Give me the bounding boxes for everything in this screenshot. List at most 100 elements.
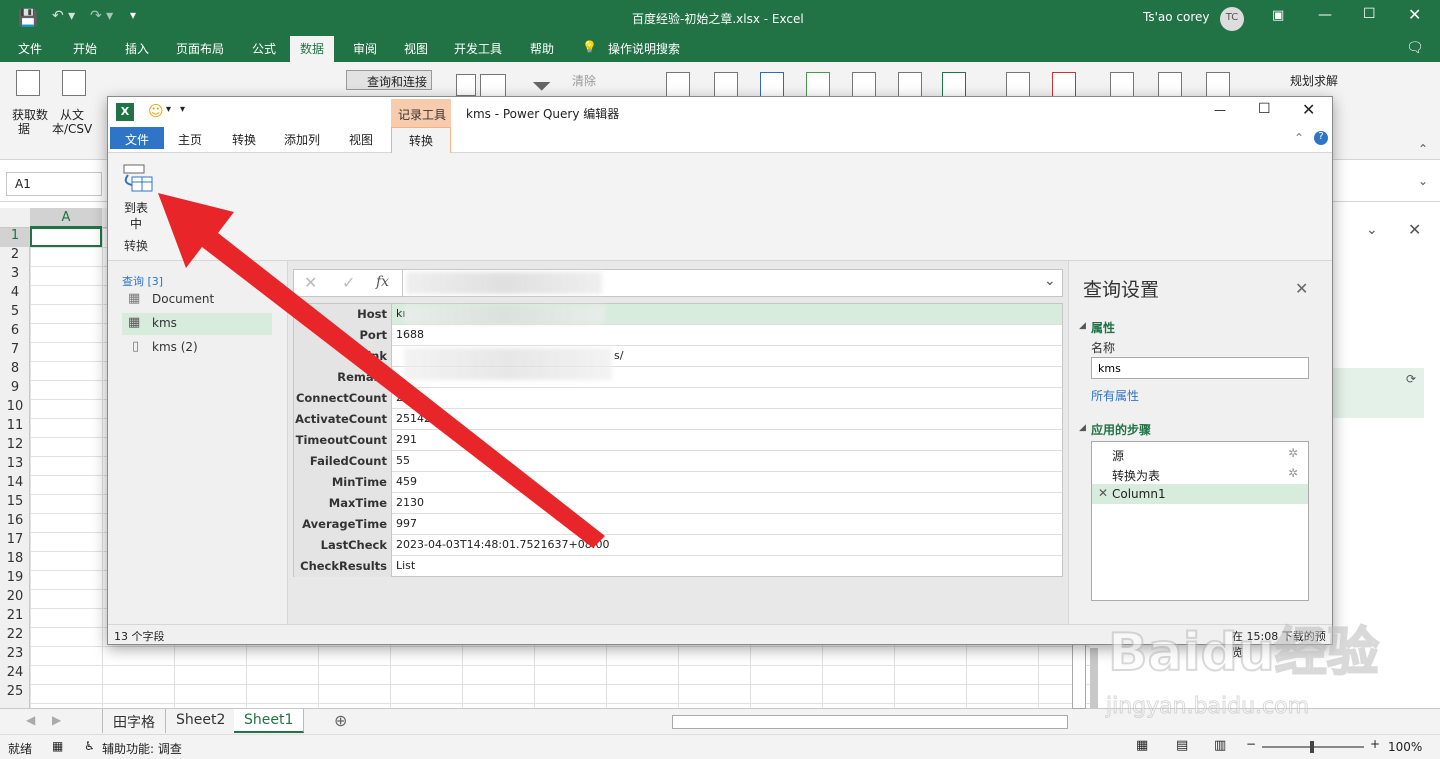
zoom-slider-thumb[interactable] — [1310, 741, 1314, 753]
row-header[interactable]: 11 — [0, 418, 30, 433]
query-item-document[interactable]: ▦ Document — [122, 289, 272, 311]
minimize-icon[interactable]: — — [1318, 7, 1332, 23]
from-csv-label-2[interactable]: 本/CSV — [52, 120, 92, 137]
pq-tab-add-column[interactable]: 添加列 — [284, 131, 320, 148]
row-header[interactable]: 20 — [0, 589, 30, 604]
sheet-tab-3[interactable]: Sheet1 — [234, 709, 305, 733]
prev-sheet-icon[interactable]: ◀ — [26, 713, 35, 727]
tab-insert[interactable]: 插入 — [125, 40, 149, 57]
row-header[interactable]: 7 — [0, 342, 30, 357]
record-value[interactable]: 55 — [396, 454, 410, 467]
zoom-in-icon[interactable]: + — [1370, 737, 1380, 751]
record-row[interactable]: Port 1688 — [294, 325, 1062, 346]
settings-close-icon[interactable]: ✕ — [1295, 279, 1308, 298]
clear-button[interactable]: 清除 — [572, 72, 596, 89]
row-header[interactable]: 14 — [0, 475, 30, 490]
accessibility-icon[interactable]: ♿ — [84, 739, 95, 753]
sheet-tab-1[interactable]: 田字格 — [102, 709, 166, 733]
row-header[interactable]: 22 — [0, 627, 30, 642]
smiley-dropdown-icon[interactable]: ▾ — [166, 104, 171, 115]
pq-tab-view[interactable]: 视图 — [349, 131, 373, 148]
manage-data-model-icon[interactable] — [942, 72, 966, 98]
what-if-icon[interactable] — [1006, 72, 1030, 98]
collapse-steps-icon[interactable]: ◢ — [1079, 423, 1086, 433]
tell-me-search[interactable]: 操作说明搜索 — [608, 40, 680, 57]
tab-help[interactable]: 帮助 — [530, 40, 554, 57]
save-icon[interactable]: 💾 — [18, 8, 38, 27]
tab-formulas[interactable]: 公式 — [252, 40, 276, 57]
record-value[interactable]: 1688 — [396, 328, 424, 341]
step-item[interactable]: 源 ✲ — [1092, 444, 1308, 464]
ribbon-display-icon[interactable]: ▣ — [1272, 8, 1284, 23]
row-header[interactable]: 13 — [0, 456, 30, 471]
confirm-formula-icon[interactable]: ✓ — [342, 273, 355, 292]
flash-fill-icon[interactable] — [714, 72, 738, 98]
pq-tab-home[interactable]: 主页 — [178, 131, 202, 148]
row-header[interactable]: 5 — [0, 304, 30, 319]
comments-icon[interactable]: 🗨 — [1406, 40, 1424, 56]
collapse-ribbon-icon[interactable]: ⌃ — [1418, 142, 1428, 156]
ungroup-icon[interactable] — [1158, 72, 1182, 98]
collapse-properties-icon[interactable]: ◢ — [1079, 321, 1086, 331]
record-value[interactable]: 25 — [396, 391, 410, 404]
step-settings-icon[interactable]: ✲ — [1288, 446, 1298, 460]
consolidate-icon[interactable] — [852, 72, 876, 98]
row-header[interactable]: 10 — [0, 399, 30, 414]
zoom-out-icon[interactable]: − — [1246, 737, 1256, 751]
pane-scrollbar[interactable] — [1090, 648, 1098, 708]
vertical-scrollbar[interactable] — [1072, 643, 1086, 709]
formula-text-blurred[interactable] — [406, 272, 602, 294]
macro-record-icon[interactable]: ▦ — [52, 739, 63, 753]
row-header[interactable]: 16 — [0, 513, 30, 528]
cancel-formula-icon[interactable]: ✕ — [304, 273, 317, 292]
pq-minimize-icon[interactable]: — — [1214, 103, 1226, 117]
record-value[interactable]: 2130 — [396, 496, 424, 509]
record-row[interactable]: FailedCount 55 — [294, 451, 1062, 472]
refresh-icon[interactable]: ⟳ — [1406, 372, 1416, 386]
query-item-kms[interactable]: ▦ kms — [122, 313, 272, 335]
row-header[interactable]: 9 — [0, 380, 30, 395]
tab-developer[interactable]: 开发工具 — [454, 40, 502, 57]
help-icon[interactable]: ? — [1314, 131, 1328, 145]
record-row[interactable]: AverageTime 997 — [294, 514, 1062, 535]
customize-qat-icon[interactable]: ▾ — [130, 8, 136, 22]
collapse-ribbon-icon[interactable]: ⌃ — [1294, 131, 1304, 145]
step-item-selected[interactable]: ✕ Column1 — [1092, 484, 1308, 504]
undo-icon[interactable]: ↶ ▾ — [52, 8, 75, 24]
zoom-level[interactable]: 100% — [1388, 740, 1422, 754]
forecast-sheet-icon[interactable] — [1052, 72, 1076, 98]
record-value[interactable]: s/ — [614, 349, 623, 362]
tab-review[interactable]: 审阅 — [353, 40, 377, 57]
normal-view-icon[interactable]: ▦ — [1136, 738, 1148, 753]
record-value[interactable]: 25142 — [396, 412, 431, 425]
record-value[interactable]: 2023-04-03T14:48:01.7521637+08:00 — [396, 538, 609, 551]
record-value[interactable]: 459 — [396, 475, 417, 488]
record-row[interactable]: ConnectCount 25 — [294, 388, 1062, 409]
from-csv-icon[interactable] — [62, 70, 86, 96]
record-row[interactable]: MinTime 459 — [294, 472, 1062, 493]
queries-header[interactable]: 查询 [3] — [122, 273, 163, 289]
record-value[interactable]: List — [396, 559, 415, 572]
remove-duplicates-icon[interactable] — [760, 72, 784, 98]
record-value[interactable]: 291 — [396, 433, 417, 446]
group-icon[interactable] — [1110, 72, 1134, 98]
tab-data[interactable]: 数据 — [290, 36, 335, 62]
record-value[interactable]: 997 — [396, 517, 417, 530]
row-header[interactable]: 8 — [0, 361, 30, 376]
query-item-kms-2[interactable]: ▯ kms (2) — [122, 337, 272, 359]
properties-header[interactable]: 属性 — [1091, 319, 1115, 336]
maximize-icon[interactable]: ☐ — [1363, 6, 1376, 22]
active-cell-a1[interactable] — [30, 227, 102, 247]
horizontal-scrollbar[interactable] — [672, 715, 1068, 729]
relationships-icon[interactable] — [898, 72, 922, 98]
solver-button[interactable]: 规划求解 — [1290, 72, 1338, 89]
record-row[interactable]: LastCheck 2023-04-03T14:48:01.7521637+08… — [294, 535, 1062, 556]
sort-az-icon[interactable] — [456, 74, 476, 96]
record-row[interactable]: TimeoutCount 291 — [294, 430, 1062, 451]
row-header[interactable]: 19 — [0, 570, 30, 585]
row-header[interactable]: 12 — [0, 437, 30, 452]
all-properties-link[interactable]: 所有属性 — [1091, 387, 1139, 404]
applied-steps-header[interactable]: 应用的步骤 — [1091, 421, 1151, 438]
page-layout-view-icon[interactable]: ▤ — [1176, 738, 1188, 753]
row-header[interactable]: 3 — [0, 266, 30, 281]
